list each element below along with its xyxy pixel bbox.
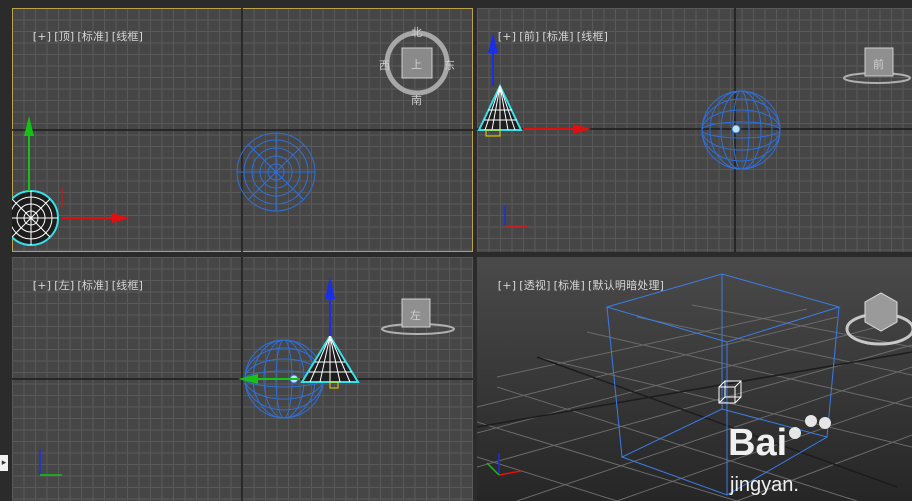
panel-expand-handle[interactable]: ▸ <box>0 455 8 471</box>
viewcube-east-label[interactable]: 东 <box>444 57 455 73</box>
viewcube-north-label[interactable]: 北 <box>411 24 422 40</box>
cone-object <box>477 83 523 137</box>
axis-tripod <box>39 449 62 476</box>
axis-tripod <box>504 206 527 227</box>
viewcube-west-label[interactable]: 西 <box>379 57 390 73</box>
viewcube-face-label[interactable]: 前 <box>873 56 884 72</box>
viewcube-south-label[interactable]: 南 <box>411 92 422 108</box>
viewport-top[interactable]: [+] [顶] [标准] [线框] 北 南 西 东 上 <box>12 8 473 252</box>
viewport-left[interactable]: [+] [左] [标准] [线框] 左 <box>12 257 473 501</box>
sphere-object <box>236 132 316 212</box>
viewcube-face-label[interactable]: 上 <box>411 56 422 72</box>
left-view-scene <box>12 257 473 501</box>
viewcube-face-label[interactable]: 左 <box>410 307 421 323</box>
top-view-scene <box>12 8 473 252</box>
sphere-object <box>701 90 781 170</box>
front-view-scene <box>477 8 912 252</box>
watermark: Bai jingyan. <box>728 422 868 501</box>
watermark-subtitle: jingyan. <box>730 474 799 496</box>
watermark-brand: Bai <box>728 422 788 464</box>
cone-object <box>300 334 360 389</box>
viewport-front[interactable]: [+] [前] [标准] [线框] 前 <box>477 8 912 252</box>
cone-object <box>12 190 59 246</box>
